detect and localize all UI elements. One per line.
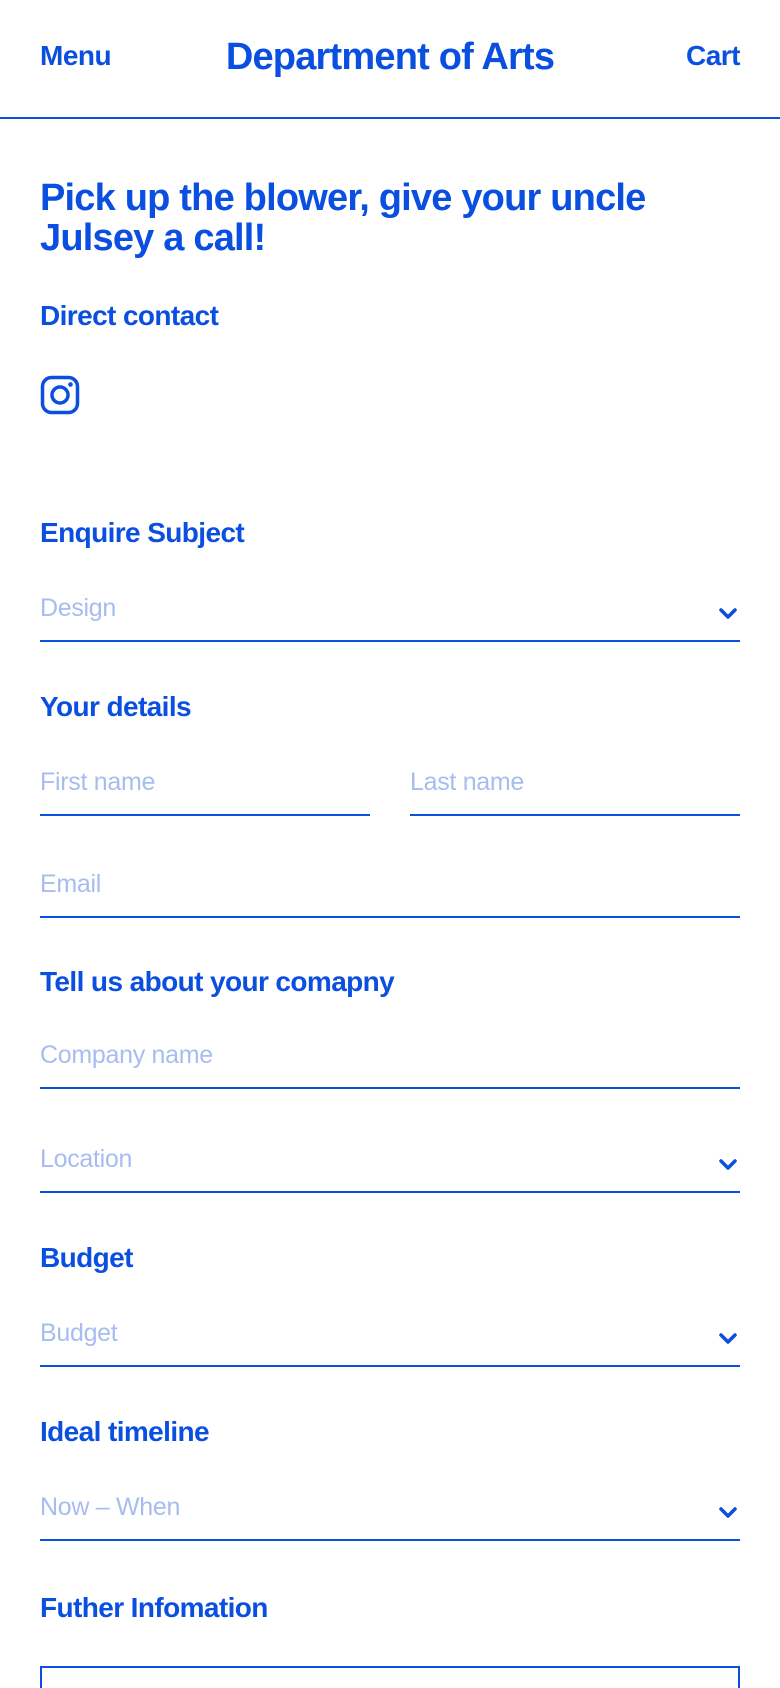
further-information-heading: Futher Infomation bbox=[40, 1592, 268, 1623]
last-name-field[interactable]: Last name bbox=[410, 768, 740, 816]
email-placeholder: Email bbox=[40, 870, 102, 898]
enquire-subject-select[interactable]: Design bbox=[40, 594, 740, 642]
site-header: Menu Department of Arts Cart bbox=[0, 0, 780, 119]
timeline-value: Now – When bbox=[40, 1493, 181, 1521]
chevron-down-icon bbox=[719, 1159, 737, 1170]
enquire-subject-heading: Enquire Subject bbox=[40, 517, 245, 548]
instagram-icon[interactable] bbox=[40, 375, 80, 415]
budget-select[interactable]: Budget bbox=[40, 1319, 740, 1367]
first-name-field[interactable]: First name bbox=[40, 768, 370, 816]
budget-value: Budget bbox=[40, 1319, 118, 1347]
last-name-placeholder: Last name bbox=[410, 768, 525, 796]
enquire-subject-value: Design bbox=[40, 594, 117, 622]
chevron-down-icon bbox=[719, 1333, 737, 1344]
site-title[interactable]: Department of Arts bbox=[0, 36, 780, 79]
email-field[interactable]: Email bbox=[40, 870, 740, 918]
page-headline: Pick up the blower, give your uncle Juls… bbox=[40, 177, 646, 259]
company-name-placeholder: Company name bbox=[40, 1041, 213, 1069]
location-value: Location bbox=[40, 1145, 133, 1173]
timeline-select[interactable]: Now – When bbox=[40, 1493, 740, 1541]
chevron-down-icon bbox=[719, 608, 737, 619]
company-heading: Tell us about your comapny bbox=[40, 966, 395, 997]
company-name-field[interactable]: Company name bbox=[40, 1041, 740, 1089]
location-select[interactable]: Location bbox=[40, 1145, 740, 1193]
direct-contact-heading: Direct contact bbox=[40, 300, 219, 331]
budget-heading: Budget bbox=[40, 1242, 133, 1273]
first-name-placeholder: First name bbox=[40, 768, 156, 796]
chevron-down-icon bbox=[719, 1507, 737, 1518]
cart-button[interactable]: Cart bbox=[686, 40, 741, 72]
your-details-heading: Your details bbox=[40, 691, 192, 722]
further-information-textarea[interactable] bbox=[40, 1666, 740, 1688]
ideal-timeline-heading: Ideal timeline bbox=[40, 1416, 210, 1447]
